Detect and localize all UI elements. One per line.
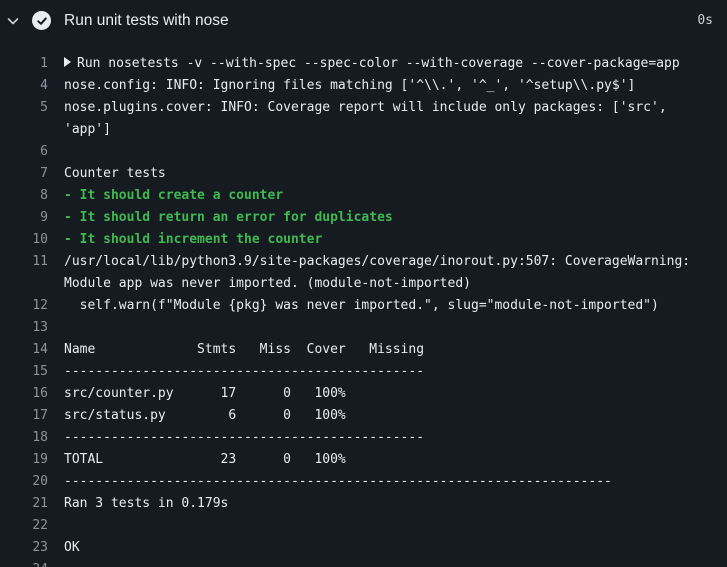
- log-line: 5 nose.plugins.cover: INFO: Coverage repo…: [0, 97, 727, 119]
- log-text: TOTAL 23 0 100%: [64, 452, 346, 467]
- workflow-step: Run unit tests with nose 0s 1 Run nosetes…: [0, 0, 727, 567]
- line-number[interactable]: 9: [0, 207, 48, 229]
- log-text: 'app']: [64, 122, 111, 137]
- log-line: 8 - It should create a counter: [0, 185, 727, 207]
- log-line: 10 - It should increment the counter: [0, 229, 727, 251]
- line-number[interactable]: 24: [0, 559, 48, 567]
- line-number[interactable]: 5: [0, 97, 48, 119]
- log-text: nose.plugins.cover: INFO: Coverage repor…: [64, 100, 667, 115]
- log-text: Counter tests: [64, 166, 166, 181]
- log-text: Run nosetests -v --with-spec --spec-colo…: [48, 53, 727, 75]
- log-line: 6: [0, 141, 727, 163]
- log-line: 20 --------------------------------------…: [0, 471, 727, 493]
- step-duration: 0s: [697, 13, 713, 28]
- log-text: ----------------------------------------…: [64, 474, 612, 489]
- log-text: /usr/local/lib/python3.9/site-packages/c…: [64, 254, 691, 269]
- step-header[interactable]: Run unit tests with nose 0s: [0, 0, 727, 43]
- log-line: 11/usr/local/lib/python3.9/site-packages…: [0, 251, 727, 273]
- log-line: 15 --------------------------------------…: [0, 361, 727, 383]
- log-line: 16 src/counter.py 17 0 100%: [0, 383, 727, 405]
- line-number[interactable]: 12: [0, 295, 48, 317]
- log-line: 19 TOTAL 23 0 100%: [0, 449, 727, 471]
- log-text: Module app was never imported. (module-n…: [64, 276, 471, 291]
- caret-right-icon[interactable]: [64, 57, 71, 67]
- line-number[interactable]: 15: [0, 361, 48, 383]
- line-number[interactable]: 20: [0, 471, 48, 493]
- line-number[interactable]: 14: [0, 339, 48, 361]
- log-text: src/counter.py 17 0 100%: [64, 386, 346, 401]
- line-number[interactable]: 8: [0, 185, 48, 207]
- line-number[interactable]: 23: [0, 537, 48, 559]
- log-text: - It should increment the counter: [64, 232, 323, 247]
- log-text: Ran 3 tests in 0.179s: [64, 496, 229, 511]
- log-line: 9 - It should return an error for duplica…: [0, 207, 727, 229]
- line-number[interactable]: 17: [0, 405, 48, 427]
- log-text: ----------------------------------------…: [64, 430, 425, 445]
- log-line: 14 Name Stmts Miss Cover Missing: [0, 339, 727, 361]
- log-text: Name Stmts Miss Cover Missing: [64, 342, 425, 357]
- group-label[interactable]: Run nosetests -v --with-spec --spec-colo…: [77, 56, 680, 71]
- line-number: [0, 119, 48, 141]
- log-output: 1 Run nosetests -v --with-spec --spec-col…: [0, 53, 727, 567]
- log-text: - It should create a counter: [64, 188, 284, 203]
- line-number[interactable]: 18: [0, 427, 48, 449]
- line-number[interactable]: 16: [0, 383, 48, 405]
- log-text: src/status.py 6 0 100%: [64, 408, 346, 423]
- log-text: nose.config: INFO: Ignoring files matchi…: [64, 78, 636, 93]
- line-number[interactable]: 4: [0, 75, 48, 97]
- line-number[interactable]: 19: [0, 449, 48, 471]
- chevron-down-icon[interactable]: [6, 14, 20, 28]
- log-text: self.warn(f"Module {pkg} was never impor…: [64, 298, 659, 313]
- log-line: 13: [0, 317, 727, 339]
- log-line: 7 Counter tests: [0, 163, 727, 185]
- line-number[interactable]: 1: [0, 53, 48, 75]
- line-number[interactable]: 22: [0, 515, 48, 537]
- log-line: 12 self.warn(f"Module {pkg} was never im…: [0, 295, 727, 317]
- log-text: ----------------------------------------…: [64, 364, 425, 379]
- log-line: 17 src/status.py 6 0 100%: [0, 405, 727, 427]
- log-line: Module app was never imported. (module-n…: [0, 273, 727, 295]
- line-number: [0, 273, 48, 295]
- line-number[interactable]: 21: [0, 493, 48, 515]
- log-line: 21 Ran 3 tests in 0.179s: [0, 493, 727, 515]
- log-line: 'app']: [0, 119, 727, 141]
- log-text: - It should return an error for duplicat…: [64, 210, 393, 225]
- log-line: 22: [0, 515, 727, 537]
- line-number[interactable]: 13: [0, 317, 48, 339]
- check-circle-icon: [32, 11, 51, 30]
- line-number[interactable]: 6: [0, 141, 48, 163]
- log-text: OK: [64, 540, 80, 555]
- line-number[interactable]: 10: [0, 229, 48, 251]
- log-line: 18 --------------------------------------…: [0, 427, 727, 449]
- step-title[interactable]: Run unit tests with nose: [64, 12, 229, 30]
- log-line: 23 OK: [0, 537, 727, 559]
- log-line: 24: [0, 559, 727, 567]
- line-number[interactable]: 11: [0, 251, 48, 273]
- log-line: 4 nose.config: INFO: Ignoring files match…: [0, 75, 727, 97]
- log-line: 1 Run nosetests -v --with-spec --spec-col…: [0, 53, 727, 75]
- line-number[interactable]: 7: [0, 163, 48, 185]
